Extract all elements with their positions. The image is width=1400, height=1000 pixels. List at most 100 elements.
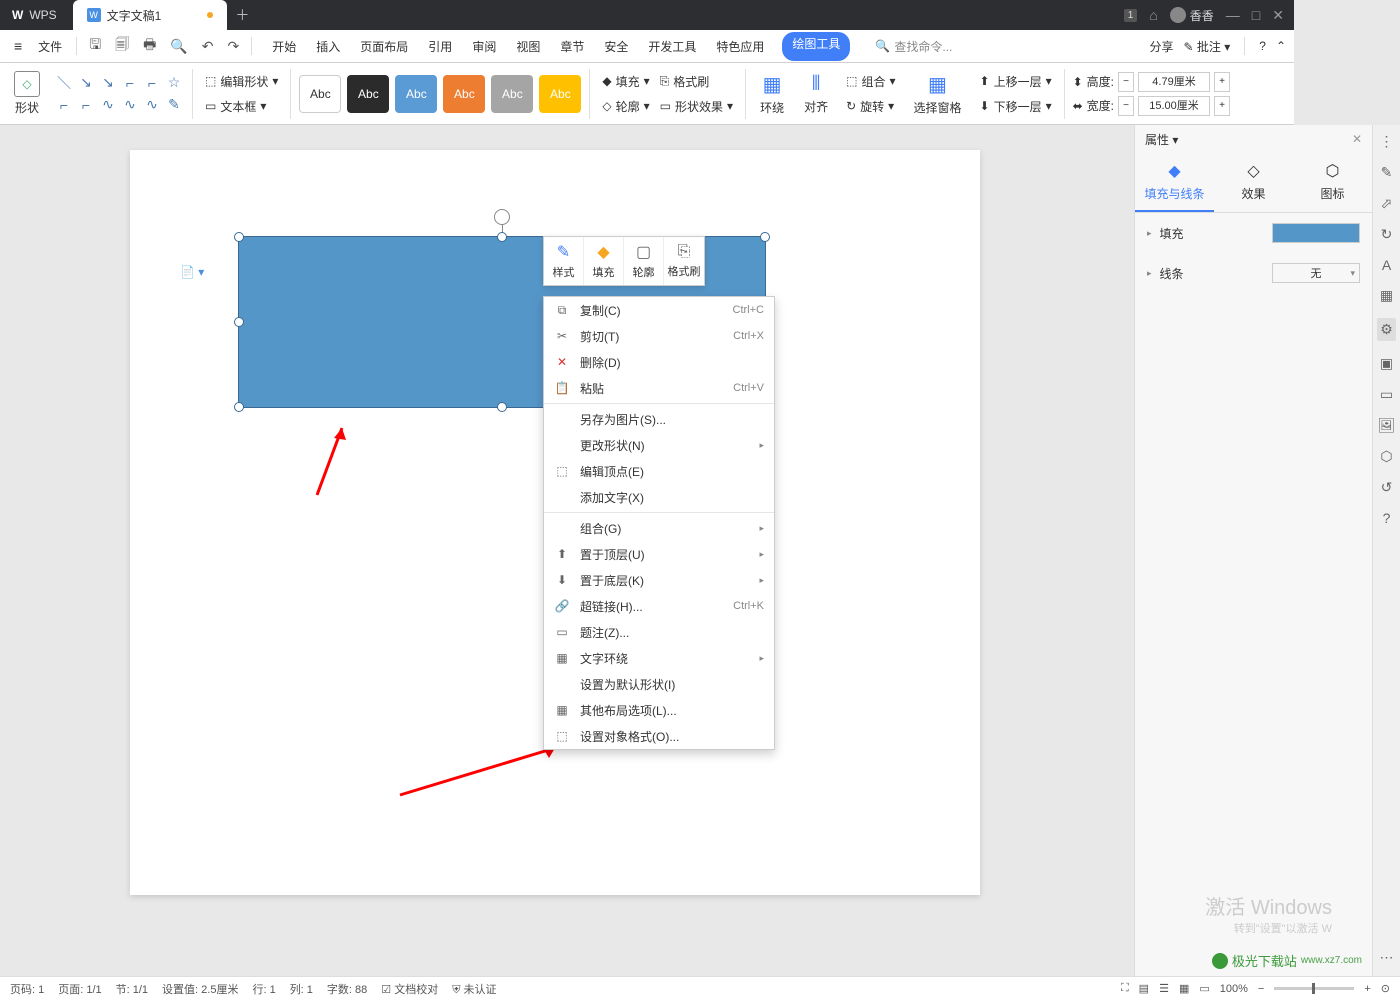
resize-handle[interactable] [497,232,507,242]
close-panel-icon[interactable]: ✕ [1352,132,1362,146]
canvas[interactable]: 📄 ▾ ✎样式 ◆填充 ▢轮廓 ⎘格式刷 ⧉复制(C)Ctrl+C✂剪切(T)C… [0,125,1134,976]
context-menu-item[interactable]: ✕删除(D) [544,349,774,375]
context-menu-item[interactable]: 组合(G)▸ [544,515,774,541]
file-menu[interactable]: 文件 [30,34,70,59]
prop-tab-fill[interactable]: ◆填充与线条 [1135,153,1214,212]
tab-reference[interactable]: 引用 [426,32,454,61]
rotate-button[interactable]: ↻ 旋转 ▾ [842,96,899,117]
tab-section[interactable]: 章节 [558,32,586,61]
context-menu-item[interactable]: ▭题注(Z)... [544,619,774,645]
zoom-out-icon[interactable]: − [1258,983,1264,995]
fill-color-swatch[interactable] [1272,223,1360,243]
preview-icon[interactable]: 🔍 [164,34,193,59]
cursor-icon[interactable]: ⬀ [1381,195,1393,212]
mini-style[interactable]: ✎样式 [544,237,584,285]
mini-format-brush[interactable]: ⎘格式刷 [664,237,704,285]
fill-button[interactable]: ◆ 填充 ▾ ⎘ 格式刷 [598,71,737,92]
tab-view[interactable]: 视图 [514,32,542,61]
more-icon[interactable]: ⋯ [1380,949,1394,966]
context-menu-item[interactable]: ✂剪切(T)Ctrl+X [544,323,774,349]
zoom-slider[interactable] [1274,987,1354,990]
context-menu-item[interactable]: ⬇置于底层(K)▸ [544,567,774,593]
rotate-handle[interactable] [494,209,510,225]
context-menu-item[interactable]: 更改形状(N)▸ [544,432,774,458]
minimize-button[interactable]: — [1226,7,1240,23]
undo-icon[interactable]: ↶ [196,34,220,59]
status-page[interactable]: 页面: 1/1 [58,981,101,997]
home-icon[interactable]: ⌂ [1149,7,1157,23]
style-gallery[interactable]: Abc Abc Abc Abc Abc Abc [299,75,581,113]
cube-icon[interactable]: ⬡ [1380,448,1392,465]
resize-handle[interactable] [234,402,244,412]
tab-devtools[interactable]: 开发工具 [646,32,698,61]
context-menu-item[interactable]: 添加文字(X) [544,484,774,510]
table-icon[interactable]: ▦ [1380,287,1393,304]
close-button[interactable]: ✕ [1272,7,1284,24]
line-section[interactable]: ▸线条 无 [1135,253,1372,293]
drip-icon[interactable]: ⋮ [1380,133,1394,150]
outline-button[interactable]: ◇ 轮廓 ▾ ▭ 形状效果 ▾ [598,96,737,117]
view-web-icon[interactable]: ▦ [1179,982,1189,995]
view-outline-icon[interactable]: ☰ [1159,982,1169,995]
status-row[interactable]: 行: 1 [252,981,275,997]
context-menu-item[interactable]: ▦其他布局选项(L)... [544,697,774,723]
save-icon[interactable]: 🖫 [83,30,107,62]
fill-section[interactable]: ▸填充 [1135,213,1372,253]
tab-layout[interactable]: 页面布局 [358,32,410,61]
resize-handle[interactable] [234,232,244,242]
history-icon[interactable]: ↺ [1381,479,1393,496]
redo-icon[interactable]: ↷ [222,34,246,59]
wrap-group[interactable]: ▦ 环绕 [754,72,790,116]
new-tab-button[interactable]: ＋ [227,5,257,25]
move-up-button[interactable]: ⬆ 上移一层 ▾ [976,71,1056,92]
status-words[interactable]: 字数: 88 [327,981,367,997]
archive-icon[interactable]: ▣ [1380,355,1393,372]
command-search[interactable]: 🔍 查找命令... [868,35,959,58]
line-gallery[interactable]: ＼↘↘⌐⌐☆ ⌐⌐∿∿∿✎ [54,73,184,115]
view-page-icon[interactable]: ▤ [1139,982,1149,995]
tab-insert[interactable]: 插入 [314,32,342,61]
user-menu[interactable]: 香香 [1170,7,1214,24]
print-icon[interactable]: 🖶 [137,30,162,62]
line-select[interactable]: 无 [1272,263,1360,283]
prop-tab-effect[interactable]: ◇效果 [1214,153,1293,212]
context-menu-item[interactable]: 设置为默认形状(I) [544,671,774,697]
resize-handle[interactable] [497,402,507,412]
move-down-button[interactable]: ⬇ 下移一层 ▾ [976,96,1056,117]
context-menu-item[interactable]: ⬆置于顶层(U)▸ [544,541,774,567]
prop-tab-icon[interactable]: ⬡图标 [1293,153,1372,212]
help-side-icon[interactable]: ? [1383,510,1391,526]
context-menu-item[interactable]: ⧉复制(C)Ctrl+C [544,297,774,323]
context-menu-item[interactable]: ⬚设置对象格式(O)... [544,723,774,749]
align-group[interactable]: ⫴ 对齐 [798,73,834,115]
textbox-button[interactable]: ▭ 文本框 ▾ [201,96,282,117]
resize-handle[interactable] [234,317,244,327]
maximize-button[interactable]: □ [1252,7,1260,23]
context-menu-item[interactable]: 另存为图片(S)... [544,406,774,432]
status-col[interactable]: 列: 1 [290,981,313,997]
menu-icon[interactable]: ≡ [8,34,28,58]
text-icon[interactable]: A [1382,257,1391,273]
status-section[interactable]: 节: 1/1 [116,981,148,997]
tab-start[interactable]: 开始 [270,32,298,61]
edit-shape-button[interactable]: ⬚ 编辑形状 ▾ [201,71,282,92]
context-menu-item[interactable]: 📋粘贴Ctrl+V [544,375,774,401]
tab-drawing-tools[interactable]: 绘图工具 [782,32,850,61]
zoom-label[interactable]: 100% [1220,983,1248,995]
mini-fill[interactable]: ◆填充 [584,237,624,285]
width-input[interactable]: ⬌宽度: −15.00厘米+ [1073,96,1230,116]
fullscreen-icon[interactable]: ⛶ [1121,982,1129,995]
resize-handle[interactable] [760,232,770,242]
context-menu-item[interactable]: 🔗超链接(H)...Ctrl+K [544,593,774,619]
status-pagecode[interactable]: 页码: 1 [10,981,44,997]
rect-icon[interactable]: ▭ [1380,386,1393,403]
print-preview-icon[interactable]: 🗐 [109,30,135,62]
select-pane-group[interactable]: ▦ 选择窗格 [907,72,967,116]
pencil-icon[interactable]: ✎ [1381,164,1393,181]
fit-icon[interactable]: ⊙ [1381,982,1390,995]
collapse-ribbon-icon[interactable]: ⌃ [1276,39,1286,53]
help-icon[interactable]: ? [1259,39,1266,53]
zoom-in-icon[interactable]: + [1364,983,1370,995]
refresh-icon[interactable]: ↻ [1381,226,1393,243]
annotate-button[interactable]: ✎ 批注 ▾ [1183,38,1230,55]
